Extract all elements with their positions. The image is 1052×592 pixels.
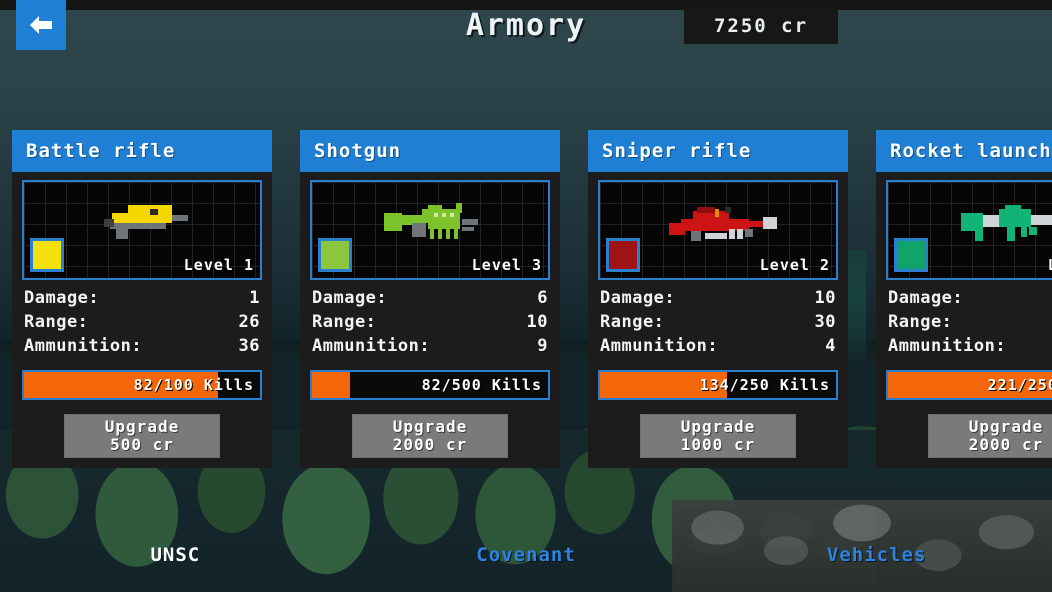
weapon-color-swatch[interactable] <box>30 238 64 272</box>
stat-ammunition-label: Ammunition: <box>312 336 431 357</box>
stat-range-label: Range: <box>312 312 377 333</box>
upgrade-label: Upgrade <box>392 417 468 437</box>
weapon-sprite-rocket-icon <box>941 197 1052 251</box>
weapon-stats: Damage: 1 Range: 26 Ammunition: 36 <box>22 280 262 362</box>
upgrade-button[interactable]: Upgrade 2000 cr <box>928 414 1052 459</box>
weapon-card-header: Battle rifle <box>12 130 272 172</box>
stat-ammunition: Ammunition: 4 <box>600 334 836 358</box>
stat-damage-value: 1 <box>249 288 260 308</box>
kills-progress-fill <box>312 372 350 399</box>
stat-range: Range: 30 <box>600 310 836 334</box>
stat-range-label: Range: <box>24 312 89 333</box>
stat-ammunition: Ammunition: <box>888 334 1052 358</box>
kills-progress-bar: 82/500 Kills <box>310 370 550 401</box>
weapon-stats: Damage: 6 Range: 10 Ammunition: 9 <box>310 280 550 362</box>
upgrade-button[interactable]: Upgrade 500 cr <box>64 414 220 459</box>
upgrade-button[interactable]: Upgrade 1000 cr <box>640 414 796 459</box>
kills-progress-bar: 221/250 Kills <box>886 370 1052 401</box>
stat-range-value: 10 <box>526 312 548 333</box>
weapon-card-header: Sniper rifle <box>588 130 848 172</box>
weapon-sprite-rifle-icon <box>84 197 200 251</box>
weapon-card-body: Level 3 Damage: 6 Range: 10 Ammunition: … <box>300 172 560 469</box>
credits-value: 7250 cr <box>713 15 809 37</box>
header-bar: Armory 7250 cr <box>0 0 1052 60</box>
upgrade-cost: 2000 cr <box>968 435 1044 455</box>
stat-damage: Damage: 1 <box>24 286 260 310</box>
weapon-card-body: Level 1 Damage: 1 Range: 26 Ammunition: … <box>12 172 272 469</box>
stat-range-value: 26 <box>238 312 260 333</box>
stat-damage: Damage: 6 <box>312 286 548 310</box>
stat-damage-label: Damage: <box>312 288 388 308</box>
weapon-sprite-shotgun-icon <box>368 197 492 251</box>
stat-ammunition: Ammunition: 9 <box>312 334 548 358</box>
stat-ammunition-label: Ammunition: <box>600 336 719 357</box>
stat-ammunition-value: 9 <box>537 336 548 357</box>
weapon-card-header: Shotgun <box>300 130 560 172</box>
weapon-sprite-sniper-icon <box>653 197 783 251</box>
upgrade-cost: 500 cr <box>110 435 174 455</box>
upgrade-label: Upgrade <box>968 417 1044 437</box>
weapon-preview: Level 3 <box>310 180 550 280</box>
weapon-card-list: Battle rifle Level 1 Damage: 1 Range: 26… <box>12 130 1052 500</box>
page-title: Armory <box>465 8 587 43</box>
stat-range: Range: 26 <box>24 310 260 334</box>
weapon-card: Rocket launcher Level 4 Damage: <box>876 130 1052 500</box>
stat-damage-value: 6 <box>537 288 548 308</box>
upgrade-cost: 1000 cr <box>680 435 756 455</box>
weapon-card: Shotgun Level 3 Damage: 6 Range: 10 Ammu… <box>300 130 560 500</box>
bottom-navigation: UNSC Covenant Vehicles <box>0 540 1052 570</box>
upgrade-label: Upgrade <box>680 417 756 437</box>
weapon-color-swatch[interactable] <box>318 238 352 272</box>
credits-display: 7250 cr <box>684 8 838 44</box>
weapon-card-header: Rocket launcher <box>876 130 1052 172</box>
weapon-preview: Level 2 <box>598 180 838 280</box>
stat-damage-label: Damage: <box>600 288 676 308</box>
stat-damage-label: Damage: <box>24 288 100 308</box>
kills-progress-label: 134/250 Kills <box>699 376 830 395</box>
weapon-name: Rocket launcher <box>890 140 1052 162</box>
nav-tab-unsc[interactable]: UNSC <box>0 540 351 570</box>
weapon-card-body: Level 2 Damage: 10 Range: 30 Ammunition:… <box>588 172 848 469</box>
weapon-card: Battle rifle Level 1 Damage: 1 Range: 26… <box>12 130 272 500</box>
weapon-name: Sniper rifle <box>602 140 752 162</box>
weapon-color-swatch[interactable] <box>894 238 928 272</box>
stat-range: Range: <box>888 310 1052 334</box>
stat-ammunition-value: 36 <box>238 336 260 357</box>
kills-progress-label: 221/250 Kills <box>987 376 1052 395</box>
weapon-stats: Damage: 10 Range: 30 Ammunition: 4 <box>598 280 838 362</box>
nav-tab-vehicles[interactable]: Vehicles <box>701 540 1052 570</box>
stat-damage: Damage: 10 <box>600 286 836 310</box>
upgrade-cost: 2000 cr <box>392 435 468 455</box>
kills-progress-bar: 82/100 Kills <box>22 370 262 401</box>
stat-range: Range: 10 <box>312 310 548 334</box>
weapon-level: Level 1 <box>183 256 254 274</box>
stat-range-label: Range: <box>888 312 953 333</box>
stat-range-label: Range: <box>600 312 665 333</box>
stat-damage-value: 10 <box>814 288 836 308</box>
weapon-level: Level 4 <box>1048 256 1052 274</box>
stat-ammunition: Ammunition: 36 <box>24 334 260 358</box>
upgrade-button[interactable]: Upgrade 2000 cr <box>352 414 508 459</box>
weapon-preview: Level 4 <box>886 180 1052 280</box>
upgrade-label: Upgrade <box>104 417 180 437</box>
weapon-name: Shotgun <box>314 140 402 162</box>
weapon-card-body: Level 4 Damage: Range: Ammunition: 221 <box>876 172 1052 469</box>
weapon-stats: Damage: Range: Ammunition: <box>886 280 1052 362</box>
stat-ammunition-label: Ammunition: <box>24 336 143 357</box>
nav-tab-covenant[interactable]: Covenant <box>351 540 702 570</box>
weapon-name: Battle rifle <box>26 140 176 162</box>
weapon-preview: Level 1 <box>22 180 262 280</box>
weapon-level: Level 3 <box>471 256 542 274</box>
weapon-card: Sniper rifle Level 2 Damage: 10 Range: 3… <box>588 130 848 500</box>
stat-range-value: 30 <box>814 312 836 333</box>
stat-ammunition-label: Ammunition: <box>888 336 1007 357</box>
weapon-color-swatch[interactable] <box>606 238 640 272</box>
kills-progress-label: 82/100 Kills <box>133 376 254 395</box>
weapon-level: Level 2 <box>759 256 830 274</box>
stat-damage: Damage: <box>888 286 1052 310</box>
kills-progress-label: 82/500 Kills <box>421 376 542 395</box>
stat-damage-label: Damage: <box>888 288 964 308</box>
kills-progress-bar: 134/250 Kills <box>598 370 838 401</box>
stat-ammunition-value: 4 <box>825 336 836 357</box>
